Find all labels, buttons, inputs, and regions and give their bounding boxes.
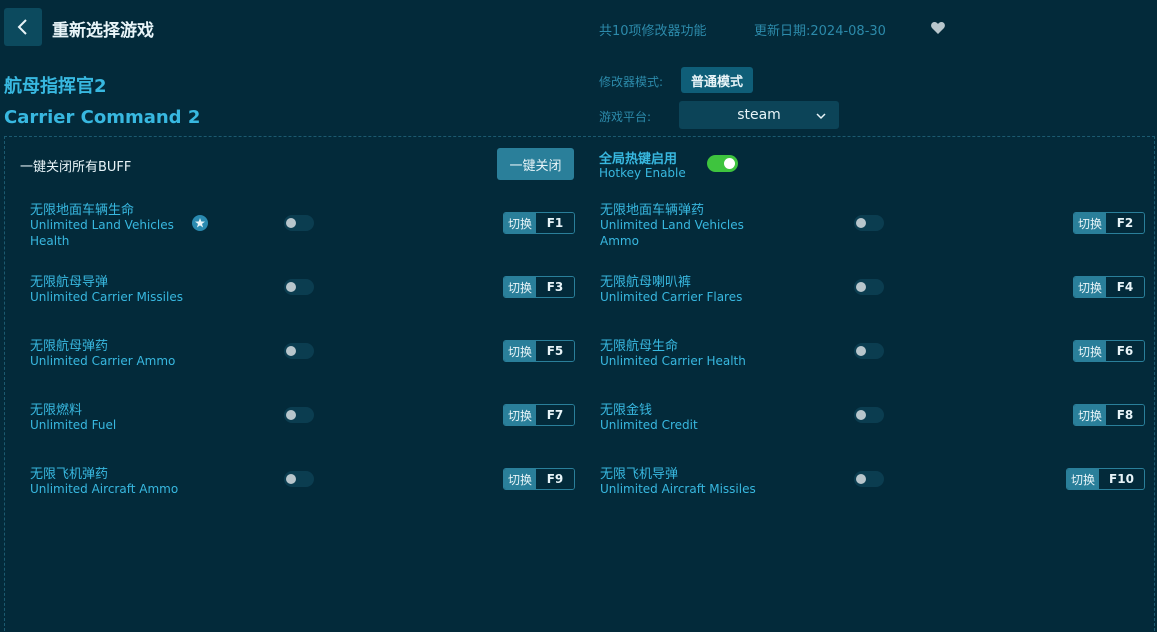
option-toggle[interactable] — [854, 343, 884, 359]
close-all-button[interactable]: 一键关闭 — [497, 148, 574, 180]
options-panel — [4, 136, 1155, 632]
toggle-knob — [856, 346, 866, 356]
option-label-cn: 无限燃料 — [30, 403, 83, 418]
page-title: 重新选择游戏 — [52, 21, 154, 41]
toggle-knob — [286, 474, 296, 484]
feature-count: 共10项修改器功能 — [599, 24, 707, 39]
toggle-knob — [856, 410, 866, 420]
game-title-en: Carrier Command 2 — [4, 107, 201, 128]
option-toggle[interactable] — [854, 407, 884, 423]
hotkey-key: F8 — [1106, 405, 1144, 425]
option-toggle[interactable] — [854, 279, 884, 295]
hotkey-combo[interactable]: 切换 F9 — [503, 468, 575, 490]
option-toggle[interactable] — [854, 215, 884, 231]
hotkey-combo[interactable]: 切换 F7 — [503, 404, 575, 426]
toggle-knob — [286, 410, 296, 420]
switch-label: 切换 — [1074, 405, 1107, 425]
chevron-down-icon — [816, 113, 826, 120]
option-label-en: Unlimited Carrier Flares — [600, 290, 743, 304]
hotkey-key: F2 — [1106, 213, 1144, 233]
toggle-knob — [856, 474, 866, 484]
platform-label: 游戏平台: — [599, 110, 652, 124]
option-label-en: Unlimited Carrier Health — [600, 354, 746, 368]
toggle-knob — [724, 158, 735, 169]
option-toggle[interactable] — [284, 279, 314, 295]
option-label-en: Unlimited Carrier Ammo — [30, 354, 176, 368]
toggle-knob — [286, 218, 296, 228]
chevron-left-icon — [17, 19, 27, 35]
hotkey-label-en: Hotkey Enable — [599, 166, 686, 180]
option-label-cn: 无限航母弹药 — [30, 339, 109, 354]
option-toggle[interactable] — [284, 407, 314, 423]
hotkey-combo[interactable]: 切换 F3 — [503, 276, 575, 298]
option-label-en: Unlimited Land Vehicles Health — [30, 218, 174, 248]
mode-label: 修改器模式: — [599, 75, 664, 89]
option-label-cn: 无限地面车辆弹药 — [600, 203, 705, 218]
hotkey-key: F4 — [1106, 277, 1144, 297]
option-toggle[interactable] — [284, 343, 314, 359]
hotkey-key: F7 — [536, 405, 574, 425]
option-label-en: Unlimited Carrier Missiles — [30, 290, 183, 304]
option-label-cn: 无限地面车辆生命 — [30, 203, 135, 218]
option-label-en: Unlimited Aircraft Ammo — [30, 482, 179, 496]
hotkey-combo[interactable]: 切换 F8 — [1073, 404, 1145, 426]
star-icon — [192, 215, 208, 231]
hotkey-key: F3 — [536, 277, 574, 297]
option-label-cn: 无限航母导弹 — [30, 275, 109, 290]
hotkey-key: F10 — [1099, 469, 1144, 489]
update-date: 更新日期:2024-08-30 — [754, 24, 886, 39]
heart-icon[interactable] — [930, 20, 946, 36]
toggle-knob — [856, 218, 866, 228]
option-label-en: Unlimited Land Vehicles Ammo — [600, 218, 744, 248]
option-label-en: Unlimited Aircraft Missiles — [600, 482, 756, 496]
hotkey-key: F6 — [1106, 341, 1144, 361]
hotkey-key: F5 — [536, 341, 574, 361]
switch-label: 切换 — [504, 341, 537, 361]
option-label-cn: 无限飞机弹药 — [30, 467, 109, 482]
switch-label: 切换 — [1074, 277, 1107, 297]
switch-label: 切换 — [504, 213, 537, 233]
hotkey-combo[interactable]: 切换 F6 — [1073, 340, 1145, 362]
hotkey-combo[interactable]: 切换 F5 — [503, 340, 575, 362]
hotkey-combo[interactable]: 切换 F1 — [503, 212, 575, 234]
switch-label: 切换 — [504, 277, 537, 297]
hotkey-key: F1 — [536, 213, 574, 233]
option-label-cn: 无限飞机导弹 — [600, 467, 679, 482]
toggle-knob — [286, 346, 296, 356]
option-toggle[interactable] — [284, 471, 314, 487]
hotkey-label-cn: 全局热键启用 — [599, 152, 678, 167]
option-label-cn: 无限金钱 — [600, 403, 653, 418]
switch-label: 切换 — [504, 405, 537, 425]
game-title-cn: 航母指挥官2 — [4, 76, 107, 97]
back-button[interactable] — [4, 8, 42, 46]
platform-select[interactable]: steam — [679, 101, 839, 129]
toggle-knob — [856, 282, 866, 292]
option-toggle[interactable] — [284, 215, 314, 231]
switch-label: 切换 — [1074, 213, 1107, 233]
close-all-label: 一键关闭所有BUFF — [20, 160, 132, 175]
toggle-knob — [286, 282, 296, 292]
switch-label: 切换 — [1074, 341, 1107, 361]
mode-button[interactable]: 普通模式 — [681, 67, 753, 93]
option-label-cn: 无限航母生命 — [600, 339, 679, 354]
platform-value: steam — [737, 107, 781, 123]
hotkey-toggle[interactable] — [707, 155, 738, 172]
option-label-en: Unlimited Credit — [600, 418, 698, 432]
hotkey-key: F9 — [536, 469, 574, 489]
option-label-cn: 无限航母喇叭裤 — [600, 275, 692, 290]
hotkey-combo[interactable]: 切换 F2 — [1073, 212, 1145, 234]
hotkey-combo[interactable]: 切换 F4 — [1073, 276, 1145, 298]
switch-label: 切换 — [504, 469, 537, 489]
option-toggle[interactable] — [854, 471, 884, 487]
option-label-en: Unlimited Fuel — [30, 418, 117, 432]
switch-label: 切换 — [1067, 469, 1100, 489]
hotkey-combo[interactable]: 切换 F10 — [1066, 468, 1145, 490]
